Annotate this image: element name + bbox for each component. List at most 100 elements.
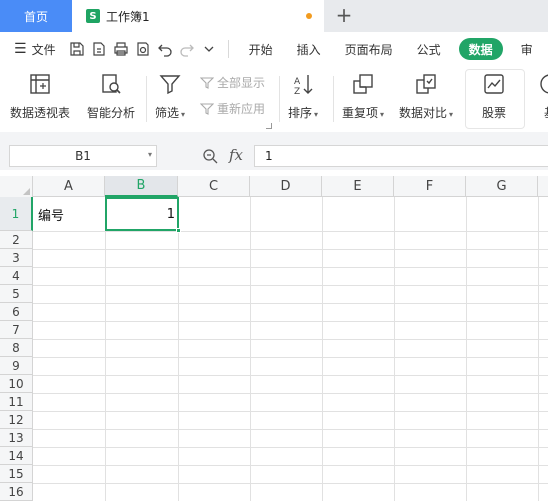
- fund-label: 基: [544, 104, 548, 121]
- menu-insert[interactable]: 插入: [285, 32, 333, 66]
- sort-button[interactable]: AZ 排序 ▾: [288, 70, 318, 121]
- smart-analysis-icon: [97, 70, 125, 98]
- fill-handle[interactable]: [176, 228, 181, 233]
- gridline: [33, 303, 548, 304]
- column-header-h[interactable]: [538, 176, 548, 197]
- row-header-10[interactable]: 10: [0, 375, 33, 393]
- menu-formulas[interactable]: 公式: [405, 32, 453, 66]
- menu-start[interactable]: 开始: [237, 32, 285, 66]
- gridline: [33, 357, 548, 358]
- row-header-5[interactable]: 5: [0, 285, 33, 303]
- row-header-8[interactable]: 8: [0, 339, 33, 357]
- tab-document[interactable]: S 工作簿1: [72, 0, 324, 32]
- gridline: [33, 249, 548, 250]
- gridline: [33, 429, 548, 430]
- menu-page-layout[interactable]: 页面布局: [333, 32, 405, 66]
- duplicates-button[interactable]: 重复项 ▾: [342, 70, 384, 121]
- data-compare-label: 数据对比 ▾: [399, 106, 454, 120]
- name-box[interactable]: B1 ▾: [9, 145, 157, 167]
- spreadsheet-grid[interactable]: A B C D E F G 1 2 3 4 5 6 7 8 9 10 11 12…: [0, 176, 548, 501]
- column-header-f[interactable]: F: [394, 176, 466, 197]
- fund-button[interactable]: 基: [536, 70, 548, 121]
- hamburger-icon: ☰: [14, 41, 27, 57]
- export-pdf-icon[interactable]: [88, 38, 110, 60]
- gridline: [322, 197, 323, 501]
- ribbon: 数据透视表 智能分析 筛选▾ 全部显示 重新应用 AZ 排序▾ 重复项▾: [0, 66, 548, 132]
- gridline: [466, 197, 467, 501]
- filter-icon: [156, 70, 184, 98]
- row-header-16[interactable]: 16: [0, 483, 33, 501]
- show-all-button[interactable]: 全部显示: [200, 74, 265, 91]
- spreadsheet-icon: S: [86, 9, 100, 23]
- data-compare-button[interactable]: 数据对比 ▾: [399, 70, 453, 121]
- row-header-6[interactable]: 6: [0, 303, 33, 321]
- file-menu[interactable]: ☰ 文件: [14, 41, 56, 58]
- gridline: [33, 411, 548, 412]
- gridline: [33, 267, 548, 268]
- column-header-e[interactable]: E: [322, 176, 394, 197]
- gridline: [33, 393, 548, 394]
- show-all-label: 全部显示: [217, 76, 266, 90]
- fund-icon: [536, 70, 548, 98]
- redo-icon[interactable]: [176, 38, 198, 60]
- row-header-14[interactable]: 14: [0, 447, 33, 465]
- print-icon[interactable]: [110, 38, 132, 60]
- column-header-c[interactable]: C: [178, 176, 250, 197]
- row-header-15[interactable]: 15: [0, 465, 33, 483]
- zoom-icon[interactable]: [202, 148, 218, 164]
- sort-label: 排序 ▾: [288, 106, 319, 120]
- row-header-13[interactable]: 13: [0, 429, 33, 447]
- column-header-d[interactable]: D: [250, 176, 322, 197]
- filter-group-launcher[interactable]: [266, 123, 272, 129]
- gridline: [33, 483, 548, 484]
- cell-a1[interactable]: 编号: [38, 197, 64, 231]
- tab-home[interactable]: 首页: [0, 0, 72, 32]
- menu-data[interactable]: 数据: [458, 38, 503, 60]
- svg-text:A: A: [294, 77, 301, 87]
- row-header-1[interactable]: 1: [0, 197, 33, 231]
- unsaved-indicator: [306, 13, 312, 19]
- file-menu-label: 文件: [31, 42, 56, 57]
- save-icon[interactable]: [66, 38, 88, 60]
- svg-text:Z: Z: [294, 87, 300, 96]
- formula-bar: B1 ▾ fx 1: [0, 142, 548, 170]
- pivot-table-button[interactable]: 数据透视表: [10, 70, 70, 121]
- filter-label: 筛选 ▾: [155, 106, 186, 120]
- smart-analysis-button[interactable]: 智能分析: [87, 70, 135, 121]
- new-tab-button[interactable]: +: [334, 4, 354, 26]
- row-header-9[interactable]: 9: [0, 357, 33, 375]
- row-header-11[interactable]: 11: [0, 393, 33, 411]
- duplicates-icon: [349, 70, 377, 98]
- gridline: [178, 197, 179, 501]
- row-header-7[interactable]: 7: [0, 321, 33, 339]
- data-compare-icon: [412, 70, 440, 98]
- quick-access-dropdown-icon[interactable]: [198, 38, 220, 60]
- stock-button[interactable]: 股票: [480, 70, 508, 121]
- undo-icon[interactable]: [154, 38, 176, 60]
- row-header-4[interactable]: 4: [0, 267, 33, 285]
- filter-button[interactable]: 筛选 ▾: [155, 70, 185, 121]
- formula-input[interactable]: 1: [254, 145, 548, 167]
- insert-function-icon[interactable]: fx: [229, 146, 243, 164]
- select-all-button[interactable]: [0, 176, 33, 197]
- pivot-table-label: 数据透视表: [10, 106, 71, 120]
- chevron-down-icon[interactable]: ▾: [148, 150, 152, 159]
- column-header-b[interactable]: B: [105, 176, 178, 197]
- reapply-button[interactable]: 重新应用: [200, 100, 265, 117]
- column-header-g[interactable]: G: [466, 176, 538, 197]
- column-header-a[interactable]: A: [33, 176, 105, 197]
- gridline: [394, 197, 395, 501]
- print-preview-icon[interactable]: [132, 38, 154, 60]
- gridline: [33, 375, 548, 376]
- row-header-12[interactable]: 12: [0, 411, 33, 429]
- smart-analysis-label: 智能分析: [87, 106, 136, 120]
- gridline: [250, 197, 251, 501]
- gridline: [33, 285, 548, 286]
- row-header-2[interactable]: 2: [0, 231, 33, 249]
- name-box-value: B1: [75, 149, 91, 163]
- formula-value: 1: [265, 149, 273, 163]
- reapply-icon: [200, 102, 214, 115]
- sort-icon: AZ: [289, 70, 317, 98]
- menu-review[interactable]: 审: [509, 32, 533, 66]
- row-header-3[interactable]: 3: [0, 249, 33, 267]
